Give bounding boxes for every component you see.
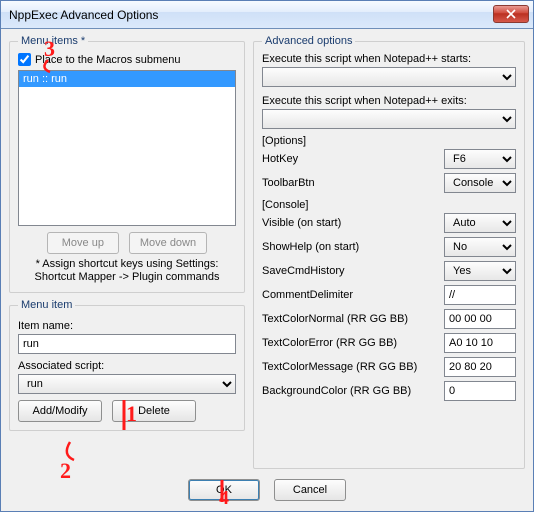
exec-start-select[interactable] xyxy=(262,67,516,87)
showhelp-label: ShowHelp (on start) xyxy=(262,241,438,253)
hotkey-label: HotKey xyxy=(262,153,438,165)
move-up-button[interactable]: Move up xyxy=(47,232,119,254)
item-name-input[interactable] xyxy=(18,334,236,354)
bgcolor-input[interactable] xyxy=(444,381,516,401)
list-item[interactable]: run :: run xyxy=(19,71,235,87)
menu-item-legend: Menu item xyxy=(18,299,75,311)
window-title: NppExec Advanced Options xyxy=(9,8,158,22)
hotkey-select[interactable]: F6 xyxy=(444,149,516,169)
menu-items-legend: Menu items * xyxy=(18,35,88,47)
tc-error-input[interactable] xyxy=(444,333,516,353)
savecmd-select[interactable]: Yes xyxy=(444,261,516,281)
dialog-window: NppExec Advanced Options Menu items * Pl… xyxy=(0,0,534,512)
assoc-script-label: Associated script: xyxy=(18,360,236,372)
bgcolor-label: BackgroundColor (RR GG BB) xyxy=(262,385,438,397)
advanced-options-group: Advanced options Execute this script whe… xyxy=(253,35,525,469)
tc-error-label: TextColorError (RR GG BB) xyxy=(262,337,438,349)
toolbarbtn-label: ToolbarBtn xyxy=(262,177,438,189)
add-modify-button[interactable]: Add/Modify xyxy=(18,400,102,422)
close-icon xyxy=(506,9,516,19)
menu-item-group: Menu item Item name: Associated script: … xyxy=(9,299,245,431)
place-macros-label: Place to the Macros submenu xyxy=(35,54,181,66)
advanced-options-legend: Advanced options xyxy=(262,35,355,47)
move-down-button[interactable]: Move down xyxy=(129,232,207,254)
showhelp-select[interactable]: No xyxy=(444,237,516,257)
footnote-line1: * Assign shortcut keys using Settings: xyxy=(36,258,219,270)
exec-exit-label: Execute this script when Notepad++ exits… xyxy=(262,95,516,107)
menu-items-listbox[interactable]: run :: run xyxy=(18,70,236,226)
assoc-script-select[interactable]: run xyxy=(18,374,236,394)
savecmd-label: SaveCmdHistory xyxy=(262,265,438,277)
close-button[interactable] xyxy=(493,5,529,23)
options-heading: [Options] xyxy=(262,135,516,147)
tc-normal-input[interactable] xyxy=(444,309,516,329)
content-area: Menu items * Place to the Macros submenu… xyxy=(1,29,533,473)
visible-label: Visible (on start) xyxy=(262,217,438,229)
toolbarbtn-select[interactable]: Console xyxy=(444,173,516,193)
commentdelim-input[interactable] xyxy=(444,285,516,305)
menu-items-group: Menu items * Place to the Macros submenu… xyxy=(9,35,245,293)
exec-exit-select[interactable] xyxy=(262,109,516,129)
item-name-label: Item name: xyxy=(18,320,236,332)
tc-normal-label: TextColorNormal (RR GG BB) xyxy=(262,313,438,325)
ok-button[interactable]: OK xyxy=(188,479,260,501)
cancel-button[interactable]: Cancel xyxy=(274,479,346,501)
tc-msg-label: TextColorMessage (RR GG BB) xyxy=(262,361,438,373)
place-macros-checkbox[interactable] xyxy=(18,53,31,66)
exec-start-label: Execute this script when Notepad++ start… xyxy=(262,53,516,65)
delete-button[interactable]: Delete xyxy=(112,400,196,422)
console-heading: [Console] xyxy=(262,199,516,211)
titlebar: NppExec Advanced Options xyxy=(1,1,533,29)
tc-msg-input[interactable] xyxy=(444,357,516,377)
commentdelim-label: CommentDelimiter xyxy=(262,289,438,301)
visible-select[interactable]: Auto xyxy=(444,213,516,233)
dialog-buttons: OK Cancel xyxy=(1,473,533,511)
footnote-line2: Shortcut Mapper -> Plugin commands xyxy=(35,271,220,283)
